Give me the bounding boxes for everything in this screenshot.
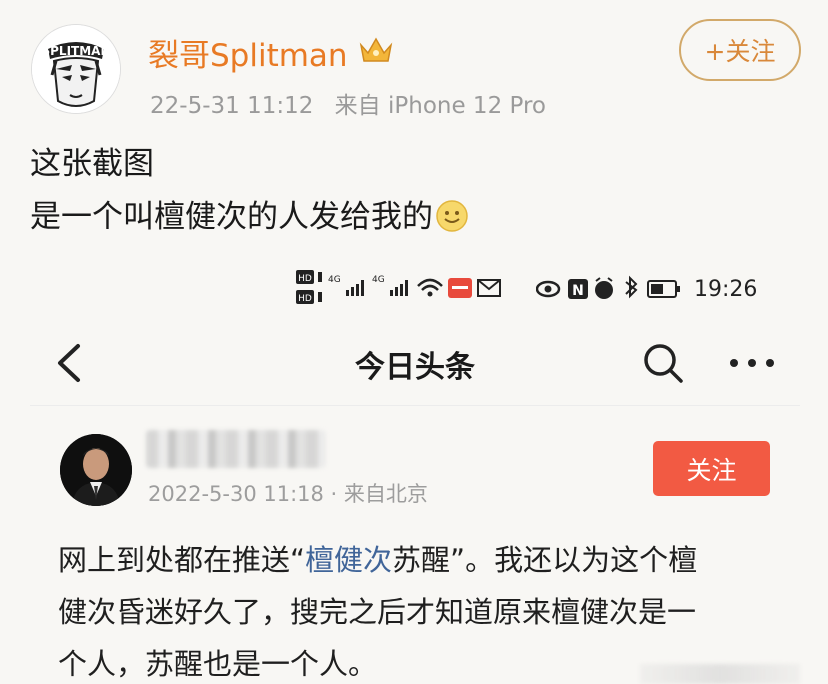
post-timestamp: 22-5-31 11:12 xyxy=(150,93,314,119)
status-icons: N xyxy=(536,275,680,299)
search-icon[interactable] xyxy=(642,342,684,384)
user-avatar[interactable] xyxy=(60,434,132,506)
article-text-segment: 苏醒”。我还以为这个檀 xyxy=(392,543,698,577)
status-bar: HD HD 4G 4G N 19:26 xyxy=(296,268,766,312)
toutiao-post-meta: 2022-5-30 11:18 · 来自北京 xyxy=(148,482,428,506)
post-text-line: 是一个叫檀健次的人发给我的 xyxy=(30,197,469,237)
toutiao-follow-button[interactable]: 关注 xyxy=(653,441,770,496)
signal-indicators: HD HD 4G 4G xyxy=(296,270,501,304)
svg-text:HD: HD xyxy=(298,294,312,304)
post-text-line: 这张截图 xyxy=(30,146,154,182)
more-options-icon[interactable] xyxy=(726,342,778,384)
crown-icon xyxy=(359,37,393,62)
svg-text:4G: 4G xyxy=(372,275,385,285)
app-bar: 今日头条 xyxy=(30,322,800,406)
article-text-line: 网上到处都在推送“檀健次苏醒”。我还以为这个檀 xyxy=(58,541,697,579)
svg-text:HD: HD xyxy=(298,274,312,284)
user-avatar-image xyxy=(60,434,132,506)
follow-button[interactable]: +关注 xyxy=(679,19,801,81)
post-text-content: 是一个叫檀健次的人发给我的 xyxy=(30,199,433,235)
status-time: 19:26 xyxy=(694,276,758,302)
article-text-segment: 网上到处都在推送“ xyxy=(58,543,306,577)
article-text-line: 健次昏迷好久了，搜完之后才知道原来檀健次是一 xyxy=(58,595,697,629)
svg-text:SPLITMAN: SPLITMAN xyxy=(41,44,110,58)
blurred-username xyxy=(146,430,326,468)
avatar-image: SPLITMAN xyxy=(32,25,120,113)
avatar[interactable]: SPLITMAN xyxy=(32,25,120,113)
screenshot-page: SPLITMAN 裂哥Splitman 22-5-31 11:12 来自 iPh… xyxy=(0,0,828,684)
author-name[interactable]: 裂哥Splitman xyxy=(148,30,348,75)
article-text-line: 个人，苏醒也是一个人。 xyxy=(58,647,378,681)
smile-emoji-icon xyxy=(436,200,468,232)
status-right-group: N 19:26 xyxy=(536,274,757,304)
svg-text:4G: 4G xyxy=(328,275,341,285)
post-source: 来自 iPhone 12 Pro xyxy=(334,93,546,119)
post-meta: 22-5-31 11:12 来自 iPhone 12 Pro xyxy=(150,86,546,120)
watermark xyxy=(640,664,800,684)
topic-link[interactable]: 檀健次 xyxy=(305,543,392,577)
svg-text:N: N xyxy=(572,283,584,299)
app-title: 今日头条 xyxy=(355,350,475,385)
